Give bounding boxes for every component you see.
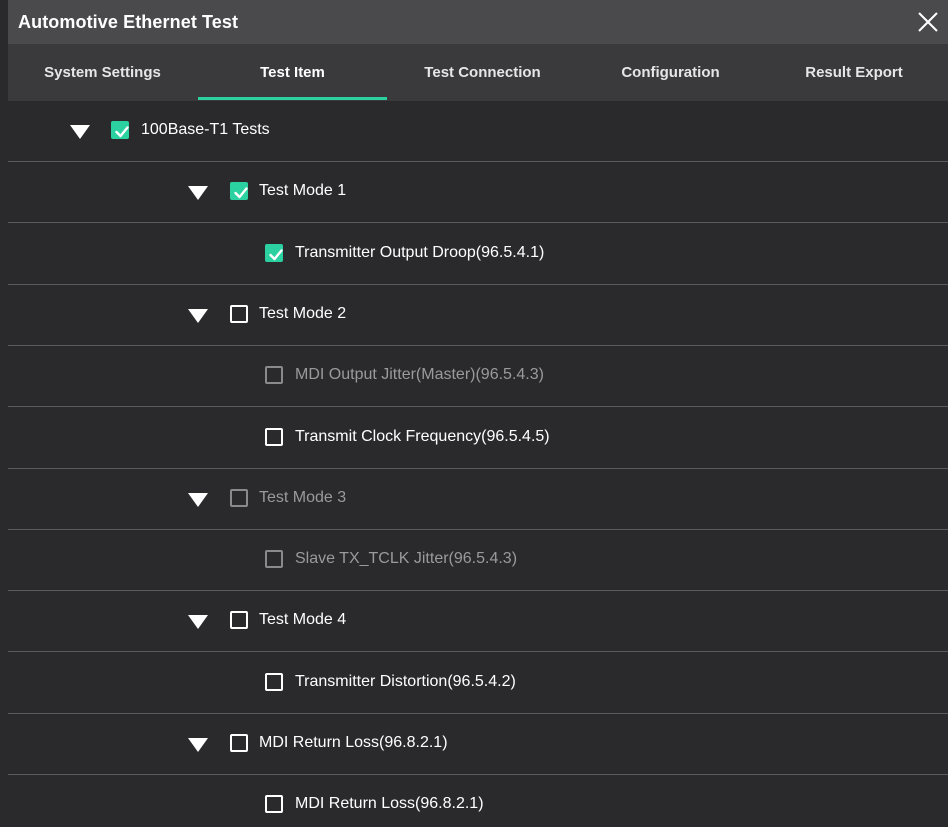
tree-row[interactable]: MDI Return Loss(96.8.2.1) [8, 775, 948, 827]
tree-item-label: Test Mode 4 [259, 611, 347, 628]
close-button[interactable] [914, 8, 942, 36]
tree-item-label: Test Mode 1 [259, 182, 347, 199]
expand-triangle-icon[interactable] [188, 615, 208, 629]
expand-triangle-icon[interactable] [188, 309, 208, 323]
tree-row[interactable]: 100Base-T1 Tests [8, 101, 948, 162]
tree-row[interactable]: MDI Return Loss(96.8.2.1) [8, 714, 948, 775]
tree-row: MDI Output Jitter(Master)(96.5.4.3) [8, 346, 948, 407]
tree-checkbox[interactable] [230, 182, 248, 200]
checkmark-icon [234, 187, 248, 199]
test-window: Automotive Ethernet Test System Settings… [0, 0, 948, 827]
tree-checkbox [265, 550, 283, 568]
active-tab-indicator [198, 97, 387, 100]
tree-row: Test Mode 3 [8, 469, 948, 530]
expand-triangle-icon[interactable] [70, 125, 90, 139]
tree-item-label: Transmitter Output Droop(96.5.4.1) [295, 244, 545, 261]
tree-item-label: Test Mode 3 [259, 489, 347, 506]
tree-item-label: 100Base-T1 Tests [141, 121, 270, 138]
expand-triangle-icon[interactable] [188, 493, 208, 507]
tree-item-label: MDI Return Loss(96.8.2.1) [295, 795, 484, 812]
tree-row: Slave TX_TCLK Jitter(96.5.4.3) [8, 530, 948, 591]
checkmark-icon [115, 126, 129, 138]
window-title: Automotive Ethernet Test [18, 12, 239, 32]
tree-row[interactable]: Test Mode 2 [8, 285, 948, 346]
title-bar: Automotive Ethernet Test [8, 0, 948, 44]
tab-test-connection[interactable]: Test Connection [388, 44, 577, 101]
tab-result-export[interactable]: Result Export [760, 44, 948, 101]
tree-row[interactable]: Test Mode 1 [8, 162, 948, 223]
tree-item-label: Test Mode 2 [259, 305, 347, 322]
tree-checkbox[interactable] [111, 121, 129, 139]
tree-checkbox[interactable] [265, 795, 283, 813]
tree-row[interactable]: Test Mode 4 [8, 591, 948, 652]
tree-checkbox[interactable] [230, 734, 248, 752]
tree-row[interactable]: Transmitter Distortion(96.5.4.2) [8, 653, 948, 714]
close-icon [918, 12, 938, 32]
checkmark-icon [269, 249, 283, 261]
tree-item-label: Transmit Clock Frequency(96.5.4.5) [295, 428, 550, 445]
tree-checkbox [265, 366, 283, 384]
tree-item-label: MDI Return Loss(96.8.2.1) [259, 734, 448, 751]
tree-checkbox[interactable] [265, 244, 283, 262]
tree-checkbox[interactable] [230, 305, 248, 323]
expand-triangle-icon[interactable] [188, 186, 208, 200]
tree-item-label: Transmitter Distortion(96.5.4.2) [295, 673, 516, 690]
tree-row[interactable]: Transmitter Output Droop(96.5.4.1) [8, 224, 948, 285]
tree-checkbox[interactable] [265, 428, 283, 446]
tree-item-label: Slave TX_TCLK Jitter(96.5.4.3) [295, 550, 518, 567]
tree-checkbox [230, 489, 248, 507]
test-item-tree: 100Base-T1 Tests Test Mode 1 Transmitter O… [8, 101, 948, 827]
tab-test-item[interactable]: Test Item [198, 44, 387, 101]
tab-bar: System Settings Test Item Test Connectio… [8, 44, 948, 101]
tree-row[interactable]: Transmit Clock Frequency(96.5.4.5) [8, 408, 948, 469]
tab-configuration[interactable]: Configuration [576, 44, 765, 101]
expand-triangle-icon[interactable] [188, 738, 208, 752]
tree-item-label: MDI Output Jitter(Master)(96.5.4.3) [295, 366, 544, 383]
tree-checkbox[interactable] [265, 673, 283, 691]
tree-checkbox[interactable] [230, 611, 248, 629]
tab-system-settings[interactable]: System Settings [8, 44, 197, 101]
